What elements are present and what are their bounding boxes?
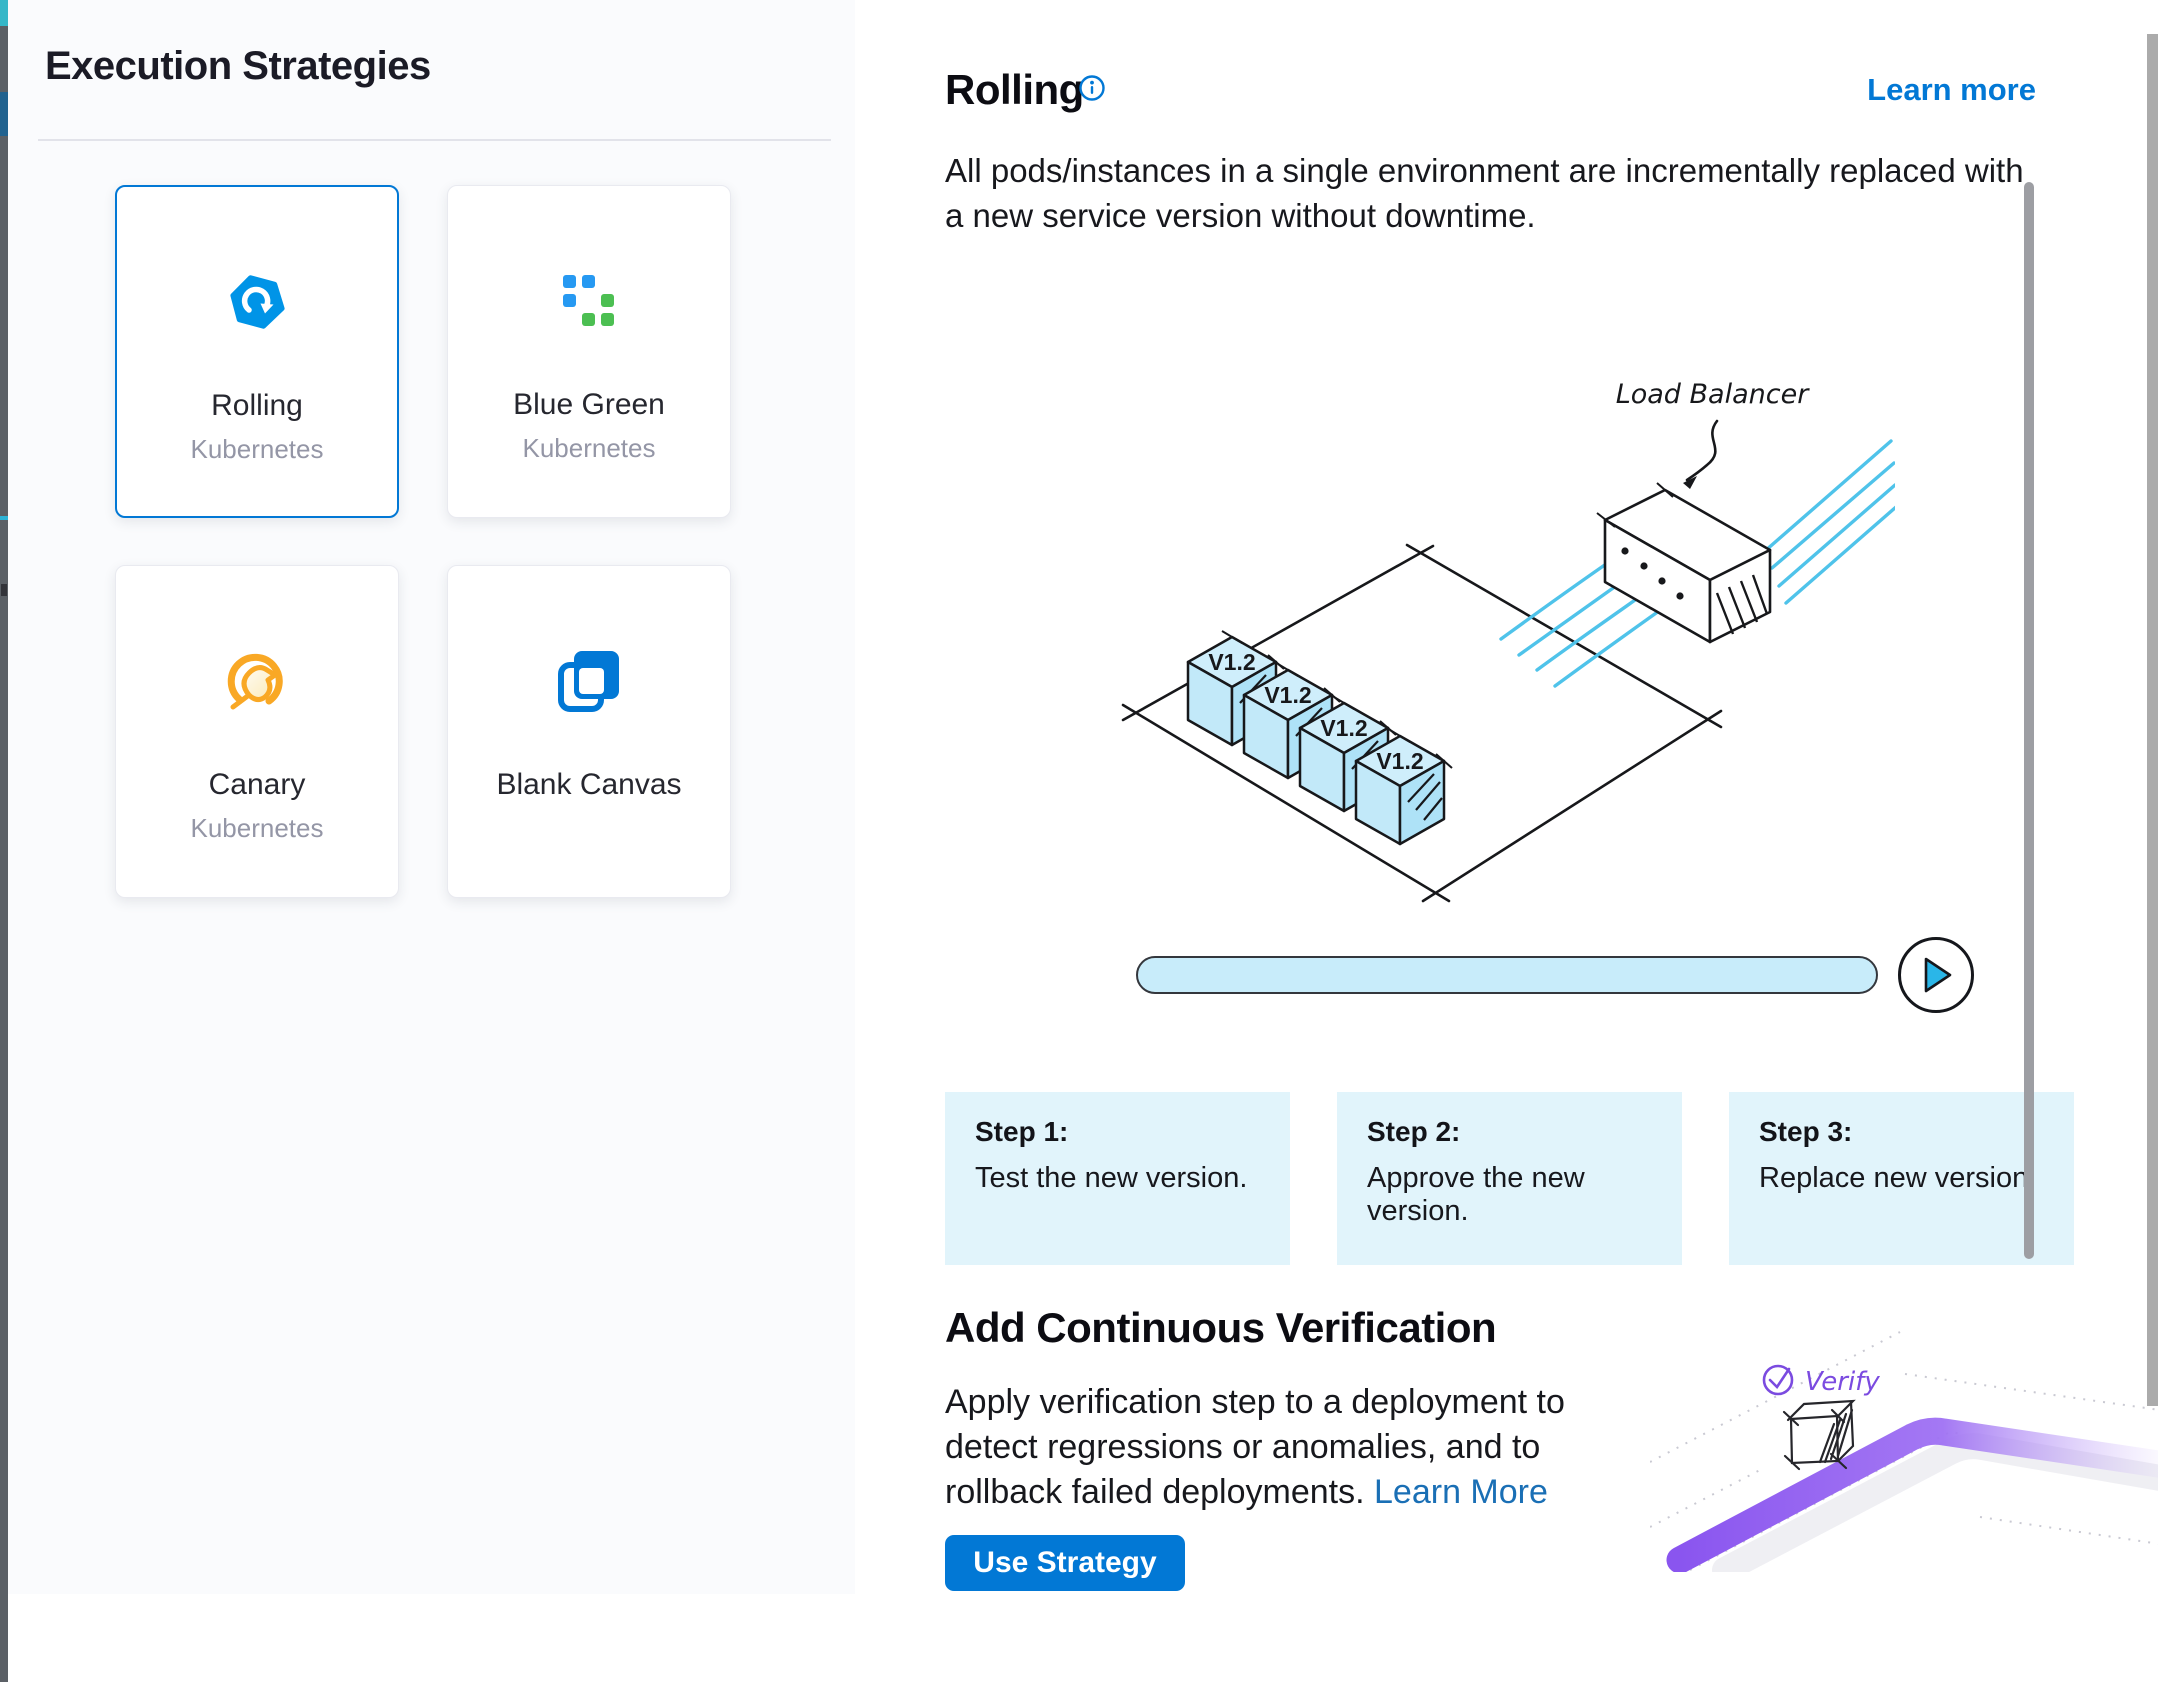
card-subtitle: Kubernetes <box>523 433 656 464</box>
card-title: Rolling <box>211 389 303 423</box>
pod-version-label: V1.2 <box>1264 682 1311 708</box>
cv-section-body: Apply verification step to a deployment … <box>945 1380 1610 1515</box>
background-nav-mark <box>1 584 7 596</box>
info-icon[interactable] <box>1078 74 1106 102</box>
animation-progress-bar[interactable] <box>1136 956 1878 994</box>
cv-learn-more-link[interactable]: Learn More <box>1374 1473 1548 1511</box>
strategy-card-canary[interactable]: Canary Kubernetes <box>115 565 399 898</box>
background-nav-accent <box>0 0 8 26</box>
page-title: Execution Strategies <box>45 44 431 89</box>
blank-canvas-icon <box>557 650 621 712</box>
play-button[interactable] <box>1898 937 1974 1013</box>
step-text: Replace new version. <box>1759 1162 2044 1195</box>
strategy-detail-title: Rolling <box>945 66 1084 114</box>
pod-version-label: V1.2 <box>1376 748 1423 774</box>
learn-more-link[interactable]: Learn more <box>1867 72 2036 108</box>
detail-panel-scrollbar-thumb[interactable] <box>2024 182 2034 1259</box>
background-nav-item <box>0 92 8 136</box>
canary-icon <box>225 650 289 712</box>
card-title: Blue Green <box>513 388 665 422</box>
verify-label: Verify <box>1805 1367 1880 1397</box>
blue-green-icon <box>563 270 615 332</box>
use-strategy-button[interactable]: Use Strategy <box>945 1535 1185 1591</box>
step-label: Step 3: <box>1759 1116 2044 1148</box>
strategy-card-blue-green[interactable]: Blue Green Kubernetes <box>447 185 731 518</box>
load-balancer-label: Load Balancer <box>1616 379 1811 410</box>
rolling-deployment-diagram: V1.2 V1.2 V1.2 V1.2 Load Balancer <box>1105 345 1895 905</box>
card-subtitle: Kubernetes <box>191 813 324 844</box>
cv-section-heading: Add Continuous Verification <box>945 1304 1496 1352</box>
card-subtitle: Kubernetes <box>191 434 324 465</box>
card-title: Blank Canvas <box>496 768 681 802</box>
rolling-icon <box>228 271 286 333</box>
card-title: Canary <box>209 768 306 802</box>
strategy-card-blank-canvas[interactable]: Blank Canvas <box>447 565 731 898</box>
window-scrollbar-thumb[interactable] <box>2147 34 2158 1406</box>
divider <box>38 139 831 141</box>
step-text: Approve the new version. <box>1367 1162 1652 1228</box>
step-box-3: Step 3: Replace new version. <box>1729 1092 2074 1265</box>
background-nav-divider <box>0 516 8 520</box>
strategy-card-rolling[interactable]: Rolling Kubernetes <box>115 185 399 518</box>
pod-version-label: V1.2 <box>1320 715 1367 741</box>
background-app-sliver <box>0 0 8 1682</box>
strategy-description: All pods/instances in a single environme… <box>945 148 2030 238</box>
step-label: Step 2: <box>1367 1116 1652 1148</box>
step-text: Test the new version. <box>975 1162 1260 1195</box>
pod-version-label: V1.2 <box>1208 649 1255 675</box>
step-box-1: Step 1: Test the new version. <box>945 1092 1290 1265</box>
verification-illustration: Verify <box>1650 1322 2158 1572</box>
step-label: Step 1: <box>975 1116 1260 1148</box>
step-box-2: Step 2: Approve the new version. <box>1337 1092 1682 1265</box>
